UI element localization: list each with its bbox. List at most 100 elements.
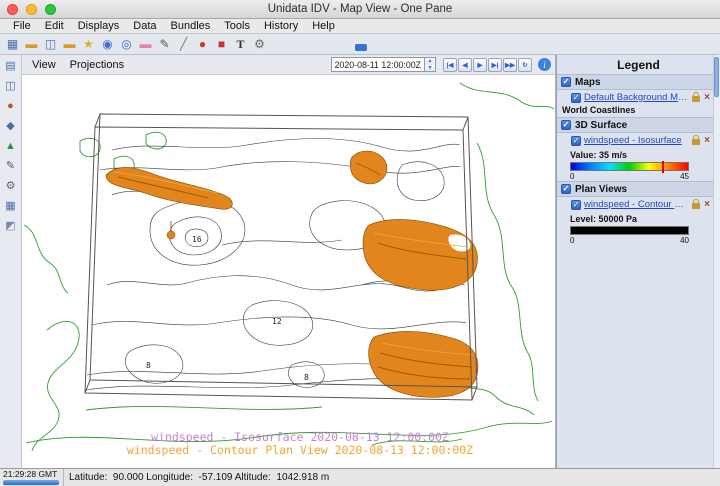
plan-views-checkbox[interactable]: ✓ — [561, 184, 571, 194]
contour-max: 40 — [680, 236, 689, 245]
plan-views-section-label: Plan Views — [575, 184, 627, 195]
menu-history[interactable]: History — [257, 20, 305, 32]
text-tool-icon[interactable]: T — [232, 36, 249, 53]
eraser-icon[interactable]: ▬ — [137, 36, 154, 53]
open-file-icon[interactable]: ▬ — [23, 36, 40, 53]
contour-plan-link[interactable]: windspeed - Contour Pl... — [584, 199, 689, 210]
scrollbar-thumb[interactable] — [714, 57, 719, 97]
contour-colorbar[interactable] — [570, 226, 689, 235]
projection-icon[interactable]: ▲ — [3, 138, 19, 153]
data-source-icon[interactable]: ◉ — [99, 36, 116, 53]
point-data-icon[interactable]: ● — [3, 98, 19, 113]
drawing-tool-icon[interactable]: ✎ — [3, 158, 19, 173]
menu-file[interactable]: File — [6, 20, 38, 32]
default-maps-link[interactable]: Default Background Maps — [584, 92, 689, 103]
world-coastlines-label: World Coastlines — [557, 104, 720, 117]
minimize-button[interactable] — [26, 4, 37, 15]
animation-time-combo[interactable]: 2020-08-11 12:00:00Z ▲ ▼ — [331, 57, 436, 72]
legend-section-plan-views: ✓ Plan Views — [557, 181, 720, 197]
clock-cell: 21:29:28 GMT — [0, 469, 64, 486]
contour-label: 12 — [272, 317, 282, 326]
layers-icon[interactable]: ◎ — [118, 36, 135, 53]
contour-label: 8 — [146, 361, 151, 370]
menu-bar: File Edit Displays Data Bundles Tools Hi… — [0, 19, 720, 34]
map-controls-icon[interactable]: ◆ — [3, 118, 19, 133]
settings-gear-icon[interactable]: ⚙ — [251, 36, 268, 53]
step-forward-button[interactable]: ▶| — [488, 58, 502, 72]
lock-icon[interactable] — [692, 96, 700, 102]
isosurface-layer — [106, 151, 478, 397]
field-selector-icon[interactable]: ◫ — [3, 78, 19, 93]
record-icon[interactable]: ● — [194, 36, 211, 53]
contour-plan-time-label: windspeed - Contour Plan View 2020-08-13… — [127, 443, 473, 457]
legend-item-default-maps: ✓ Default Background Maps × — [557, 90, 720, 104]
time-spinner: ▲ ▼ — [425, 57, 436, 72]
favorites-star-icon[interactable]: ★ — [80, 36, 97, 53]
dashboard-icon[interactable]: ▦ — [4, 36, 21, 53]
menu-help[interactable]: Help — [305, 20, 342, 32]
menu-data[interactable]: Data — [126, 20, 163, 32]
view-menu[interactable]: View — [26, 59, 62, 71]
isosurface-colorbar[interactable] — [570, 162, 689, 171]
legend-section-3d-surface: ✓ 3D Surface — [557, 117, 720, 133]
memory-usage-bar — [3, 480, 59, 485]
maps-checkbox[interactable]: ✓ — [561, 77, 571, 87]
default-maps-checkbox[interactable]: ✓ — [571, 93, 581, 103]
legend-item-contour-plan: ✓ windspeed - Contour Pl... × — [557, 197, 720, 211]
isosurface-time-label: windspeed - Isosurface 2020-08-13 12:00:… — [151, 430, 449, 444]
legend-scrollbar[interactable] — [713, 55, 720, 468]
grid-display-icon[interactable]: ▦ — [3, 198, 19, 213]
map-3d-view[interactable]: 16 8 12 8 — [22, 75, 555, 468]
settings-gear-icon[interactable]: ⚙ — [3, 178, 19, 193]
go-last-button[interactable]: ▶▶ — [503, 58, 517, 72]
left-toolbar: ▤ ◫ ● ◆ ▲ ✎ ⚙ ▦ ◩ — [0, 55, 22, 468]
map-view-panel: View Projections 2020-08-11 12:00:00Z ▲ … — [22, 55, 556, 468]
zoom-button[interactable] — [45, 4, 56, 15]
save-bundle-icon[interactable]: ◫ — [42, 36, 59, 53]
contour-range-labels: 0 40 — [570, 235, 689, 245]
contour-label: 8 — [304, 373, 309, 382]
contour-labels: 16 8 12 8 — [146, 235, 309, 382]
lock-icon[interactable] — [692, 203, 700, 209]
animation-controls: |◀ ◀ ▶ ▶| ▶▶ ↻ — [443, 58, 532, 72]
isosurface-value-label: Value: 35 m/s — [557, 147, 720, 161]
colorbar-range-labels: 0 45 — [570, 171, 689, 181]
colorbar-min: 0 — [570, 172, 574, 181]
dashboard-icon[interactable]: ▤ — [3, 58, 19, 73]
edit-pencil-icon[interactable]: ✎ — [156, 36, 173, 53]
view-menubar: View Projections 2020-08-11 12:00:00Z ▲ … — [22, 55, 555, 75]
map-canvas[interactable]: 16 8 12 8 — [22, 75, 555, 468]
capture-icon[interactable]: ◩ — [3, 218, 19, 233]
projections-menu[interactable]: Projections — [64, 59, 130, 71]
remove-display-icon[interactable]: × — [704, 93, 710, 103]
play-button[interactable]: ▶ — [473, 58, 487, 72]
close-button[interactable] — [7, 4, 18, 15]
isosurface-checkbox[interactable]: ✓ — [571, 136, 581, 146]
capture-movie-icon[interactable]: ■ — [213, 36, 230, 53]
window-title: Unidata IDV - Map View - One Pane — [268, 3, 453, 15]
remove-display-icon[interactable]: × — [704, 200, 710, 210]
maps-section-label: Maps — [575, 77, 601, 88]
animation-time-value[interactable]: 2020-08-11 12:00:00Z — [331, 57, 425, 72]
probe-icon[interactable]: ╱ — [175, 36, 192, 53]
menu-displays[interactable]: Displays — [71, 20, 127, 32]
remove-display-icon[interactable]: × — [704, 136, 710, 146]
legend-title: Legend — [557, 55, 720, 74]
open-bundle-icon[interactable]: ▬ — [61, 36, 78, 53]
contour-plan-checkbox[interactable]: ✓ — [571, 200, 581, 210]
loop-button[interactable]: ↻ — [518, 58, 532, 72]
go-first-button[interactable]: |◀ — [443, 58, 457, 72]
surface-section-label: 3D Surface — [575, 120, 627, 131]
surface-checkbox[interactable]: ✓ — [561, 120, 571, 130]
menu-tools[interactable]: Tools — [217, 20, 257, 32]
spinner-down-icon[interactable]: ▼ — [425, 65, 435, 72]
legend-panel: Legend ✓ Maps ✓ Default Background Maps … — [556, 55, 720, 468]
animation-properties-button[interactable]: i — [538, 58, 551, 71]
isosurface-link[interactable]: windspeed - Isosurface — [584, 135, 682, 146]
lock-icon[interactable] — [692, 139, 700, 145]
legend-item-isosurface: ✓ windspeed - Isosurface × — [557, 133, 720, 147]
step-back-button[interactable]: ◀ — [458, 58, 472, 72]
menu-edit[interactable]: Edit — [38, 20, 71, 32]
menu-bundles[interactable]: Bundles — [164, 20, 218, 32]
contour-level-label: Level: 50000 Pa — [557, 211, 720, 225]
